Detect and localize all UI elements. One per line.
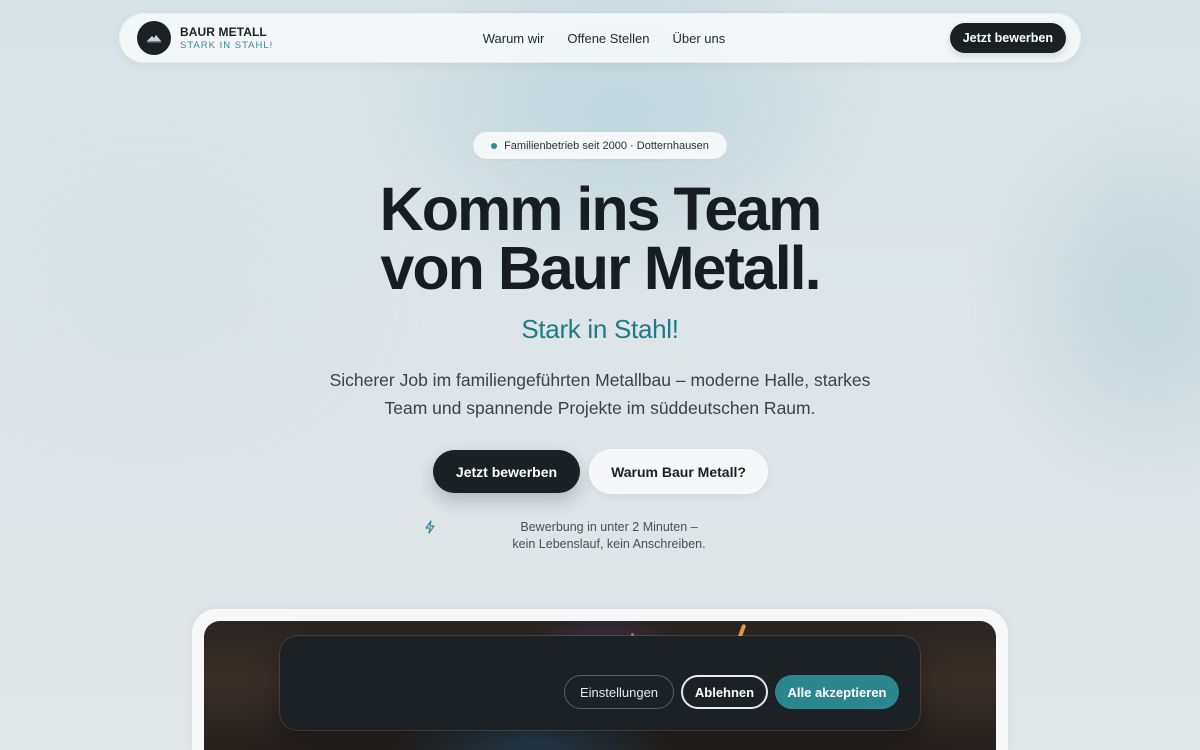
hero-lead: Sicherer Job im familiengeführten Metall…	[300, 366, 900, 422]
hero-note: Bewerbung in unter 2 Minuten – kein Lebe…	[480, 519, 738, 553]
hero-apply-button[interactable]: Jetzt bewerben	[433, 450, 580, 493]
cookie-banner: Einstellungen Ablehnen Alle akzeptieren	[280, 636, 920, 730]
brand-logo-icon	[137, 21, 171, 55]
hero-headline-line1: Komm ins Team	[379, 175, 823, 243]
top-navbar: BAUR METALL STARK IN STAHL! Warum wir Of…	[120, 14, 1080, 62]
brand-tagline: STARK IN STAHL!	[180, 39, 274, 51]
hero-note-line2: kein Lebenslauf, kein Anschreiben.	[512, 537, 706, 551]
nav-link-ueber-uns[interactable]: Über uns	[673, 31, 726, 46]
why-baur-metall-button[interactable]: Warum Baur Metall?	[590, 450, 767, 493]
hero-headline: Komm ins Team von Baur Metall.	[0, 179, 1200, 299]
hero-note-line1: Bewerbung in unter 2 Minuten –	[520, 520, 698, 534]
nav-link-warum-wir[interactable]: Warum wir	[483, 31, 545, 46]
cookie-settings-button[interactable]: Einstellungen	[564, 675, 674, 709]
hero-lead-line2: Team und spannende Projekte im süddeutsc…	[384, 398, 816, 418]
lightning-icon	[425, 520, 435, 534]
nav-apply-button[interactable]: Jetzt bewerben	[949, 23, 1066, 53]
badge-dot-icon	[491, 142, 498, 149]
brand[interactable]: BAUR METALL STARK IN STAHL!	[137, 21, 273, 55]
cookie-accept-all-button[interactable]: Alle akzeptieren	[775, 675, 899, 709]
hero-headline-line2: von Baur Metall.	[380, 234, 821, 302]
brand-name: BAUR METALL	[180, 24, 267, 39]
hero-badge-text: Familienbetrieb seit 2000 · Dotternhause…	[504, 139, 709, 152]
hero-lead-line1: Sicherer Job im familiengeführten Metall…	[329, 370, 871, 390]
hero-badge: Familienbetrieb seit 2000 · Dotternhause…	[474, 133, 726, 158]
hero-subheadline: Stark in Stahl!	[521, 314, 679, 344]
cookie-reject-button[interactable]: Ablehnen	[681, 675, 768, 709]
nav-link-offene-stellen[interactable]: Offene Stellen	[567, 31, 649, 46]
